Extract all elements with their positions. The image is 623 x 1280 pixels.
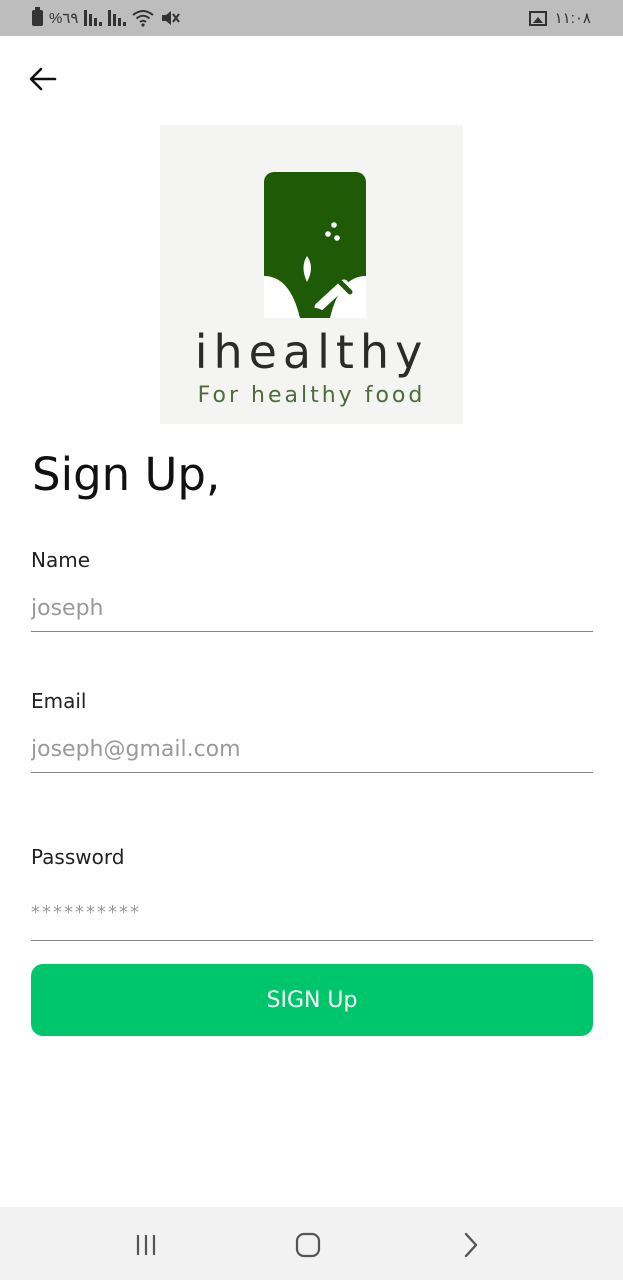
email-input[interactable] <box>31 727 593 773</box>
status-time: ١١:٠٨ <box>554 10 591 27</box>
name-input[interactable] <box>31 586 593 632</box>
recent-apps-button[interactable] <box>126 1225 166 1265</box>
page-title: Sign Up, <box>32 448 221 501</box>
home-icon <box>295 1232 321 1258</box>
logo-mark-icon <box>264 172 366 318</box>
system-back-button[interactable] <box>451 1225 491 1265</box>
sign-up-button[interactable]: SIGN Up <box>31 964 593 1036</box>
recent-apps-icon <box>136 1235 156 1255</box>
signal-icon <box>84 10 103 26</box>
email-label: Email <box>31 689 87 713</box>
mute-icon <box>162 11 181 25</box>
password-input[interactable] <box>31 883 593 941</box>
status-left: %٦٩ <box>32 7 181 28</box>
status-right: ١١:٠٨ <box>528 8 591 28</box>
logo-wordmark: ihealthy <box>194 325 429 379</box>
battery-icon <box>32 7 43 26</box>
home-button[interactable] <box>288 1225 328 1265</box>
password-label: Password <box>31 845 125 869</box>
name-label: Name <box>31 548 91 572</box>
battery-percent: %٦٩ <box>49 10 79 27</box>
status-bar: %٦٩ ١١:٠٨ <box>0 0 623 36</box>
wifi-icon <box>132 10 155 27</box>
logo: ihealthy For healthy food <box>160 125 463 424</box>
gallery-icon <box>528 10 547 26</box>
signal-icon <box>108 10 127 26</box>
logo-tagline: For healthy food <box>197 383 426 408</box>
back-arrow-icon <box>29 67 57 91</box>
back-button[interactable] <box>22 58 64 100</box>
back-chevron-icon <box>464 1232 478 1258</box>
navigation-bar <box>0 1207 623 1280</box>
